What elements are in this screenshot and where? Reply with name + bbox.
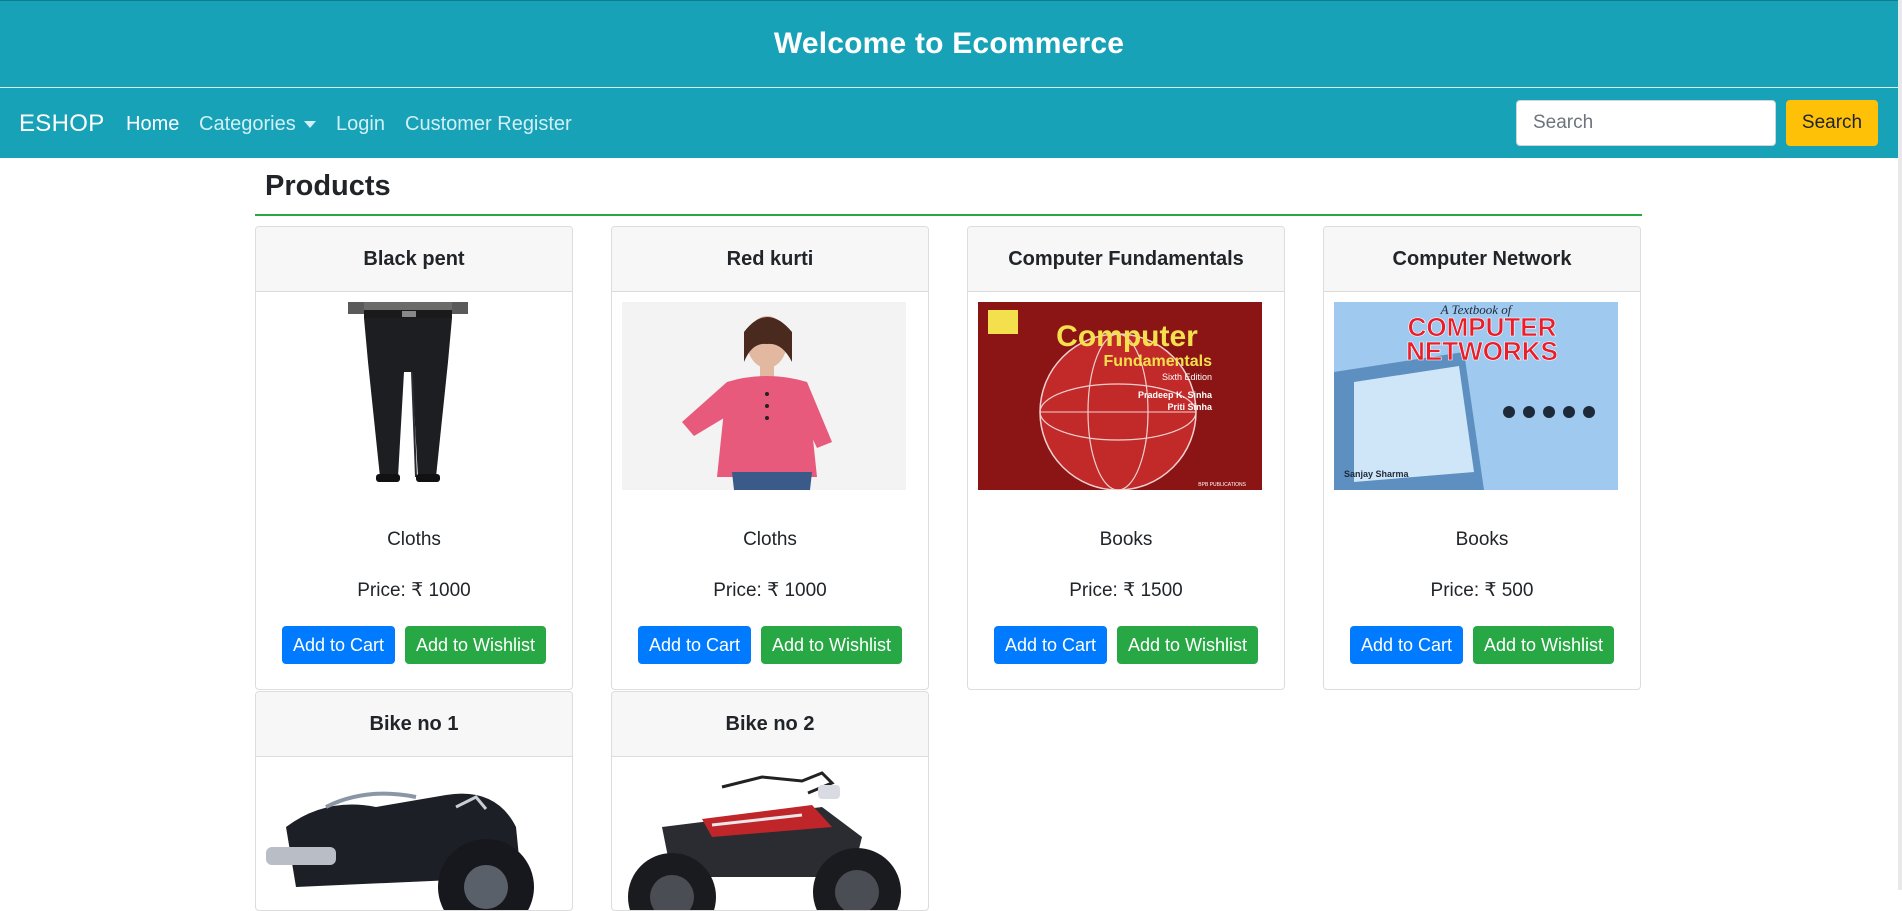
nav-customer-register[interactable]: Customer Register: [405, 113, 572, 136]
product-category: Cloths: [387, 529, 441, 550]
product-card: Bike no 1: [255, 691, 573, 911]
page-title: Products: [265, 170, 391, 202]
product-price: Price: ₹ 500: [1430, 580, 1534, 601]
add-to-wishlist-button[interactable]: Add to Wishlist: [405, 626, 547, 664]
add-to-wishlist-button[interactable]: Add to Wishlist: [1473, 626, 1615, 664]
search-button[interactable]: Search: [1786, 100, 1878, 146]
brand-logo[interactable]: ESHOP: [19, 110, 105, 138]
add-to-cart-button[interactable]: Add to Cart: [637, 626, 751, 664]
nav-login[interactable]: Login: [336, 113, 385, 136]
product-price: Price: ₹ 1000: [713, 580, 827, 601]
book1-author1: Pradeep K. Sinha: [1138, 390, 1213, 400]
product-price: Price: ₹ 1500: [1069, 580, 1183, 601]
add-to-cart-button[interactable]: Add to Cart: [281, 626, 395, 664]
add-to-cart-button[interactable]: Add to Cart: [1349, 626, 1463, 664]
add-to-wishlist-button[interactable]: Add to Wishlist: [1117, 626, 1259, 664]
book2-title2: NETWORKS: [1406, 336, 1558, 366]
product-category: Cloths: [743, 529, 797, 550]
product-category: Books: [1455, 529, 1509, 550]
book1-author2: Priti Sinha: [1167, 402, 1213, 412]
product-card: Black pent Cloths Price: ₹ 1000 Add to C…: [255, 226, 573, 690]
product-name: Bike no 2: [612, 692, 928, 757]
product-image-computer-network[interactable]: A Textbook of COMPUTER NETWORKS Sanjay S…: [1334, 302, 1618, 490]
add-to-cart-button[interactable]: Add to Cart: [993, 626, 1107, 664]
title-divider: [255, 214, 1642, 216]
product-name: Bike no 1: [256, 692, 572, 757]
product-category: Books: [1099, 529, 1153, 550]
nav-categories-label: Categories: [199, 113, 296, 135]
navbar: ESHOP Home Categories Login Customer Reg…: [0, 87, 1898, 158]
product-name: Computer Network: [1324, 227, 1640, 292]
product-image-black-pent[interactable]: [266, 302, 550, 490]
book1-publisher: BPB PUBLICATIONS: [1198, 482, 1246, 488]
add-to-wishlist-button[interactable]: Add to Wishlist: [761, 626, 903, 664]
nav-home[interactable]: Home: [126, 113, 179, 136]
chevron-down-icon: [303, 121, 316, 129]
scrollbar[interactable]: [1898, 0, 1902, 890]
book1-title: Computer: [1056, 320, 1198, 353]
book1-edition: Sixth Edition: [1162, 372, 1212, 382]
product-card: Red kurti Cloths Price: ₹ 1000 Add to Ca…: [611, 226, 929, 690]
product-name: Black pent: [256, 227, 572, 292]
product-image-bike-no-1[interactable]: [266, 767, 550, 911]
product-card: Computer Fundamentals Computer Fundament…: [967, 226, 1285, 690]
book2-author: Sanjay Sharma: [1344, 469, 1410, 479]
product-price: Price: ₹ 1000: [357, 580, 471, 601]
product-card: Bike no 2: [611, 691, 929, 911]
product-name: Computer Fundamentals: [968, 227, 1284, 292]
product-image-computer-fundamentals[interactable]: Computer Fundamentals Sixth Edition Prad…: [978, 302, 1262, 490]
welcome-banner: Welcome to Ecommerce: [0, 0, 1898, 87]
product-name: Red kurti: [612, 227, 928, 292]
product-card: Computer Network A Textbook of COMPUTER …: [1323, 226, 1641, 690]
book1-subtitle: Fundamentals: [1104, 353, 1213, 370]
nav-categories-dropdown[interactable]: Categories: [199, 113, 316, 136]
banner-title: Welcome to Ecommerce: [773, 27, 1125, 60]
product-image-bike-no-2[interactable]: [622, 767, 906, 911]
product-image-red-kurti[interactable]: [622, 302, 906, 490]
search-input[interactable]: [1516, 100, 1776, 146]
